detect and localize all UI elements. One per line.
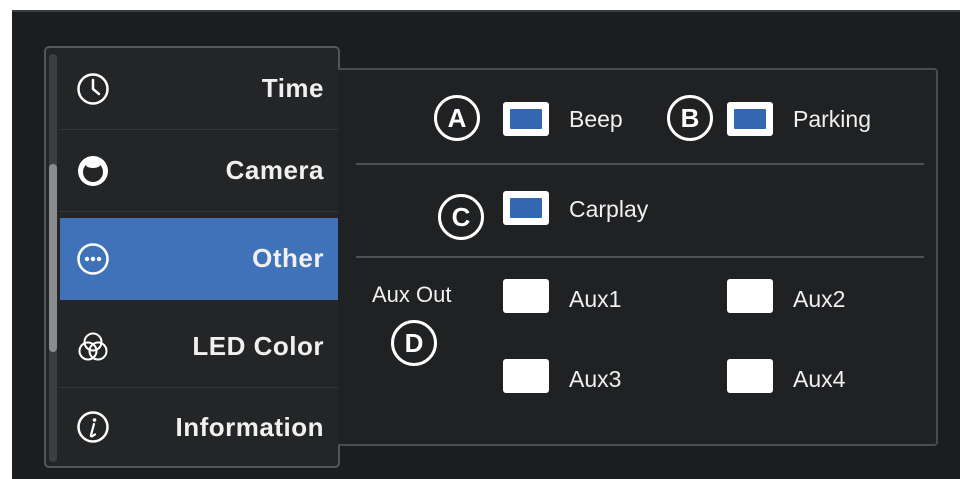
- sidebar-item-label: Other: [252, 243, 324, 273]
- camera-icon: [78, 155, 108, 186]
- parking-toggle[interactable]: [727, 102, 773, 136]
- clock-icon: [77, 72, 109, 105]
- sidebar-item-other[interactable]: Other: [60, 218, 338, 300]
- beep-label: Beep: [569, 106, 623, 132]
- sidebar-item-label: Information: [175, 411, 324, 442]
- sidebar-item-label: LED Color: [192, 331, 324, 361]
- aux4-label: Aux4: [793, 366, 846, 392]
- callout-badge-d: D: [391, 320, 437, 366]
- aux2-label: Aux2: [793, 286, 846, 312]
- callout-badge-c: C: [438, 194, 484, 240]
- beep-toggle[interactable]: [503, 102, 549, 136]
- sidebar-scrollbar-thumb[interactable]: [49, 164, 57, 352]
- more-icon: [77, 242, 109, 275]
- sidebar-item-label: Time: [261, 73, 324, 103]
- aux2-toggle[interactable]: [727, 279, 773, 313]
- sidebar-item-information[interactable]: Information: [60, 386, 338, 466]
- aux3-toggle[interactable]: [503, 359, 549, 393]
- aux1-toggle[interactable]: [503, 279, 549, 313]
- aux3-label: Aux3: [569, 366, 622, 392]
- sidebar-item-led-color[interactable]: LED Color: [60, 306, 338, 388]
- callout-badge-a: A: [434, 95, 480, 141]
- aux1-label: Aux1: [569, 286, 622, 312]
- sidebar-item-camera[interactable]: Camera: [60, 130, 338, 212]
- row-divider: [356, 256, 924, 258]
- carplay-label: Carplay: [569, 196, 649, 222]
- aux-out-label: Aux Out: [372, 282, 452, 307]
- color-circles-icon: [78, 332, 108, 360]
- info-icon: [77, 411, 109, 443]
- settings-sidebar: Time Camera Other LED Color Information: [44, 46, 340, 468]
- parking-label: Parking: [793, 106, 871, 132]
- sidebar-item-label: Camera: [225, 155, 324, 185]
- aux4-toggle[interactable]: [727, 359, 773, 393]
- row-divider: [356, 163, 924, 165]
- sidebar-item-time[interactable]: Time: [60, 48, 338, 130]
- carplay-toggle[interactable]: [503, 191, 549, 225]
- callout-badge-b: B: [667, 95, 713, 141]
